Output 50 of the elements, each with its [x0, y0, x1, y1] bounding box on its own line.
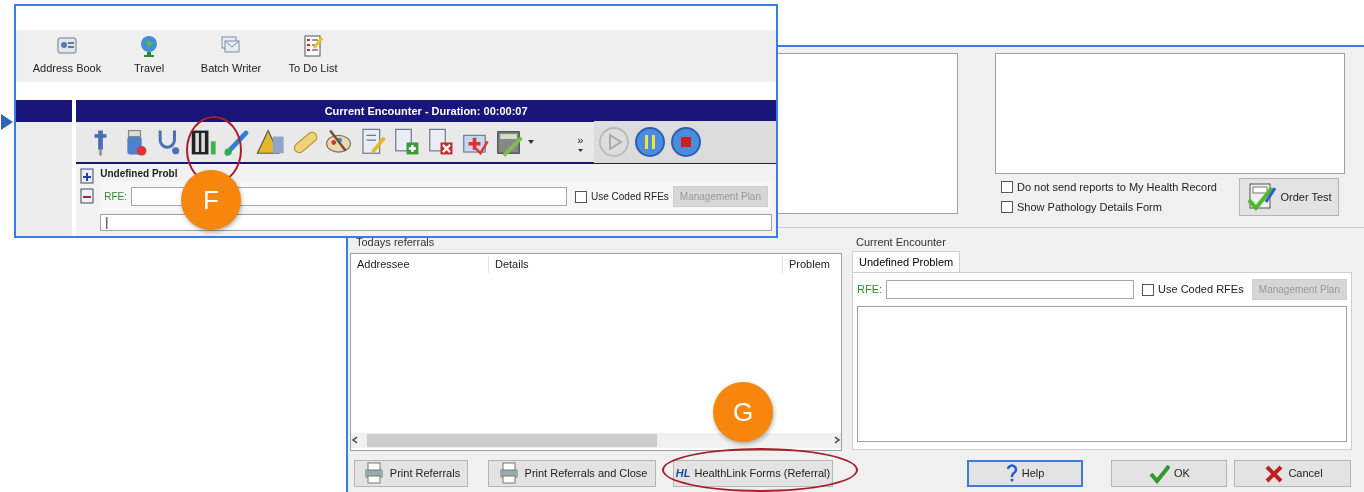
column-header[interactable]: Addressee [351, 256, 489, 273]
notes-field[interactable]: | [100, 214, 772, 231]
checkbox[interactable] [575, 190, 587, 203]
horizontal-scrollbar[interactable] [351, 432, 841, 448]
column-header[interactable]: Problem [783, 256, 841, 273]
column-header[interactable]: Details [489, 256, 783, 273]
check-mark-icon [1148, 462, 1171, 484]
healthlink-logo: HL [675, 465, 691, 481]
rfe-label: RFE: [857, 282, 883, 298]
checklist-icon [301, 34, 325, 58]
dialog-button[interactable]: Help [967, 459, 1083, 487]
checkbox[interactable] [1001, 180, 1013, 193]
quick-launch-button[interactable]: To Do List [272, 30, 354, 82]
remove-problem-icon[interactable] [80, 188, 95, 204]
group-title: Current Encounter [855, 235, 947, 250]
checkbox[interactable] [1142, 283, 1155, 296]
pane-header [16, 100, 73, 122]
pointer-arrow [1, 114, 13, 130]
dialog-button[interactable]: OK [1111, 459, 1227, 487]
dialog-button[interactable]: Print Referrals [354, 459, 468, 487]
problem-title: Undefined Probl [100, 168, 179, 180]
quick-launch-button[interactable]: Batch Writer [190, 30, 272, 82]
scroll-right-icon[interactable] [833, 436, 841, 444]
clipboard-check-icon [1246, 182, 1277, 212]
add-problem-icon[interactable] [80, 168, 95, 184]
dialog-button[interactable]: Cancel [1234, 459, 1351, 487]
stop-button-icon[interactable] [670, 126, 703, 158]
checkbox-label: Use Coded RFEs [591, 190, 669, 204]
checkbox-label: Show Pathology Details Form [1017, 200, 1162, 215]
scrollbar-thumb[interactable] [367, 433, 657, 447]
question-mark-icon [1005, 464, 1018, 482]
dropdown-caret-icon[interactable] [528, 140, 535, 144]
quick-launch-button[interactable]: Travel [108, 30, 190, 82]
dialog-button[interactable]: HL HealthLink Forms (Referral) [673, 459, 833, 487]
dialog-button[interactable]: Print Referrals and Close [488, 459, 656, 487]
quick-launch-button[interactable]: Address Book [26, 30, 108, 82]
rfe-field[interactable] [886, 280, 1135, 299]
order-test-button[interactable]: Order Test [1239, 178, 1339, 216]
checkbox[interactable] [1001, 201, 1013, 214]
notes-field[interactable] [857, 306, 1347, 442]
pause-button-icon[interactable] [634, 126, 667, 158]
tab[interactable]: Undefined Problem [852, 250, 961, 272]
overflow-chevron[interactable]: » [577, 132, 584, 149]
dropdown-caret-icon[interactable] [577, 148, 583, 152]
group-title: Todays referrals [355, 235, 436, 250]
rfe-label: RFE: [104, 190, 127, 204]
scroll-left-icon[interactable] [351, 436, 359, 444]
encounter-title-bar: Current Encounter - Duration: 00:00:07 [76, 100, 776, 122]
checkbox-label: Do not send reports to My Health Record [1017, 179, 1217, 195]
checkbox-label: Use Coded RFEs [1158, 282, 1244, 298]
